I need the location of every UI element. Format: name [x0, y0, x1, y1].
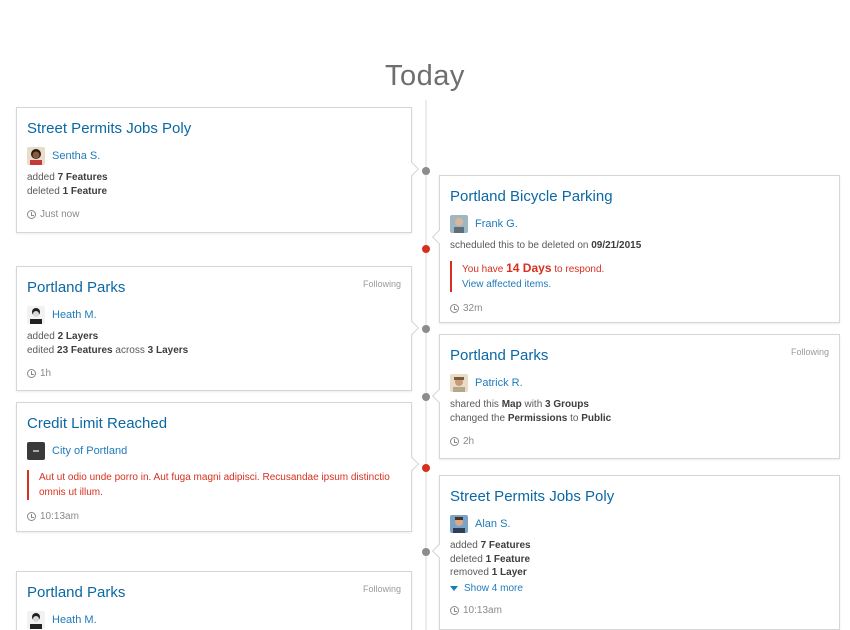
- user-name[interactable]: Frank G.: [475, 218, 518, 230]
- user-name[interactable]: Sentha S.: [52, 150, 100, 162]
- timestamp: 2h: [450, 436, 829, 447]
- card-user: Alan S.: [450, 515, 829, 533]
- clock-icon: [27, 210, 36, 219]
- user-name[interactable]: Heath M.: [52, 614, 97, 626]
- activity-card: Credit Limit Reached City of Portland Au…: [16, 402, 420, 532]
- clock-icon: [450, 437, 459, 446]
- card-user: City of Portland: [27, 442, 401, 460]
- card-title[interactable]: Portland Parks: [27, 279, 401, 297]
- view-affected-items-link[interactable]: View affected items.: [462, 277, 829, 292]
- card-title[interactable]: Portland Parks: [27, 584, 401, 602]
- card-title[interactable]: Portland Parks: [450, 347, 829, 365]
- card-title[interactable]: Credit Limit Reached: [27, 415, 401, 433]
- card-user: Patrick R.: [450, 374, 829, 392]
- timestamp: 32m: [450, 303, 829, 314]
- alert-box: Aut ut odio unde porro in. Aut fuga magn…: [27, 470, 401, 500]
- card-user: Heath M.: [27, 306, 401, 324]
- activity-details: added 2 Layers edited 23 Features across…: [27, 331, 189, 356]
- user-name[interactable]: City of Portland: [52, 445, 127, 457]
- following-badge[interactable]: Following: [363, 584, 401, 594]
- timeline-heading: Today: [385, 60, 465, 92]
- timeline-dot: [422, 325, 430, 333]
- avatar[interactable]: [450, 215, 468, 233]
- card-title[interactable]: Street Permits Jobs Poly: [450, 488, 829, 506]
- avatar[interactable]: [450, 515, 468, 533]
- activity-details: shared this Map with 3 Groups changed th…: [450, 399, 612, 424]
- user-name[interactable]: Alan S.: [475, 518, 510, 530]
- timeline-dot: [422, 167, 430, 175]
- card-title[interactable]: Street Permits Jobs Poly: [27, 120, 401, 138]
- activity-details: added 7 Features deleted 1 Feature remov…: [450, 540, 531, 578]
- alert-box: You have 14 Days to respond. View affect…: [450, 260, 829, 292]
- clock-icon: [450, 303, 459, 313]
- activity-card: Street Permits Jobs Poly Alan S. added 7…: [431, 475, 840, 630]
- clock-icon: [27, 369, 36, 378]
- timeline-dot: [422, 393, 430, 401]
- user-name[interactable]: Heath M.: [52, 309, 97, 321]
- activity-details: scheduled this to be deleted on 09/21/20…: [450, 240, 642, 251]
- timeline-dot-alert: [422, 464, 430, 472]
- timeline-dot: [422, 548, 430, 556]
- activity-card: Portland Parks Following Heath M. added …: [16, 266, 420, 391]
- avatar[interactable]: [27, 147, 45, 165]
- card-title[interactable]: Portland Bicycle Parking: [450, 188, 829, 206]
- activity-card: Portland Bicycle Parking Frank G. schedu…: [431, 175, 840, 323]
- card-user: Sentha S.: [27, 147, 401, 165]
- activity-card: Street Permits Jobs Poly Sentha S. added…: [16, 107, 420, 233]
- clock-icon: [27, 512, 36, 521]
- activity-card: Portland Parks Following Patrick R. shar…: [431, 334, 840, 459]
- avatar[interactable]: [27, 306, 45, 324]
- avatar[interactable]: [27, 611, 45, 629]
- activity-details: added 7 Features deleted 1 Feature: [27, 172, 108, 197]
- following-badge[interactable]: Following: [363, 279, 401, 289]
- following-badge[interactable]: Following: [791, 347, 829, 357]
- caret-down-icon: [450, 585, 458, 591]
- show-more-button[interactable]: Show 4 more: [450, 583, 829, 594]
- timestamp: 10:13am: [27, 511, 401, 522]
- timestamp: Just now: [27, 209, 401, 220]
- timestamp: 10:13am: [450, 605, 829, 616]
- timestamp: 1h: [27, 368, 401, 379]
- activity-card: Portland Parks Following Heath M.: [16, 571, 412, 630]
- clock-icon: [450, 605, 459, 615]
- timeline-dot-alert: [422, 245, 430, 253]
- user-name[interactable]: Patrick R.: [475, 377, 523, 389]
- card-user: Heath M.: [27, 611, 401, 629]
- org-logo[interactable]: [27, 442, 45, 460]
- card-user: Frank G.: [450, 215, 829, 233]
- avatar[interactable]: [450, 374, 468, 392]
